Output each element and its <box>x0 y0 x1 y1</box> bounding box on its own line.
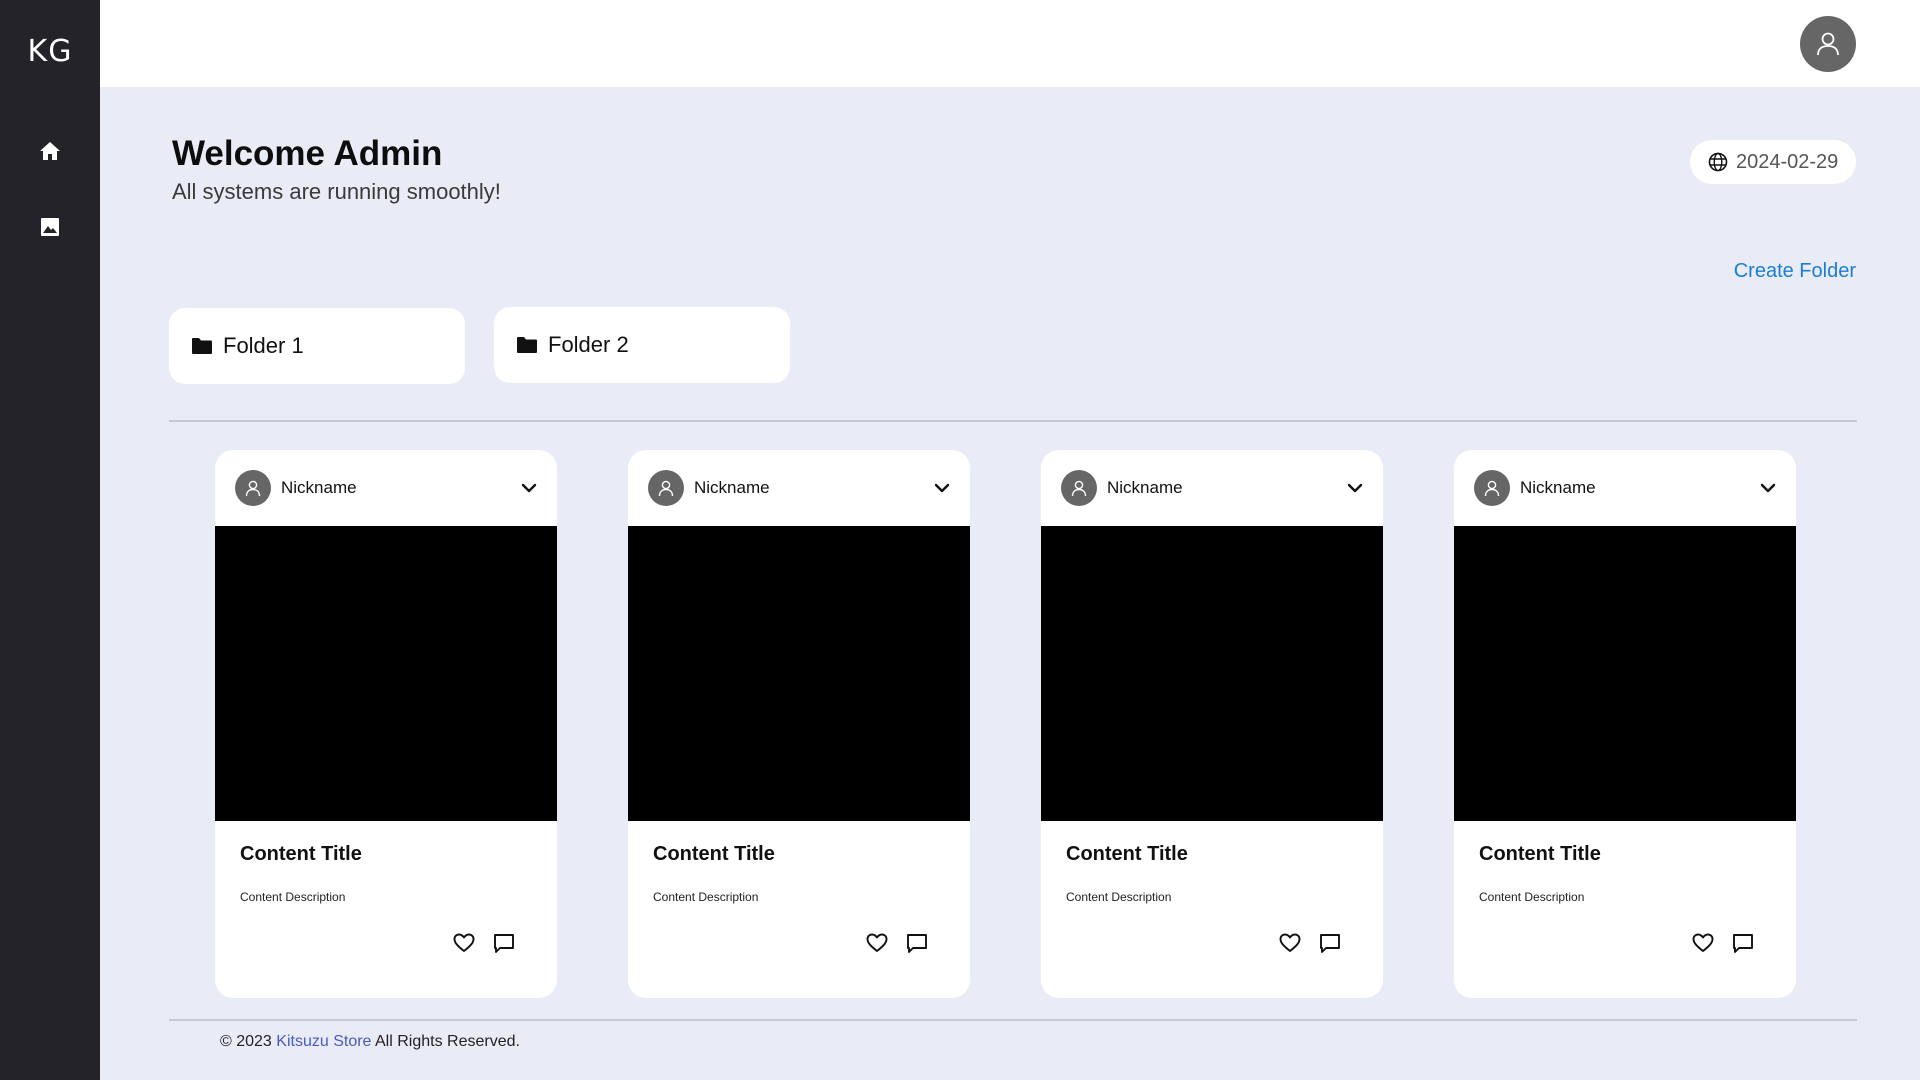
comment-button[interactable] <box>1730 930 1756 956</box>
card-header: Nickname <box>1041 450 1383 526</box>
like-button[interactable] <box>1690 930 1716 956</box>
comment-icon <box>494 933 514 953</box>
footer-rights: All Rights Reserved. <box>375 1033 520 1050</box>
card-actions <box>451 930 517 956</box>
chevron-down-icon <box>934 483 950 493</box>
card-image[interactable] <box>628 526 970 821</box>
card-title: Content Title <box>240 843 362 865</box>
card-actions <box>864 930 930 956</box>
footer: © 2023 Kitsuzu Store All Rights Reserved… <box>220 1033 520 1051</box>
create-folder-link[interactable]: Create Folder <box>1734 260 1856 283</box>
card-actions <box>1690 930 1756 956</box>
avatar <box>1061 470 1097 506</box>
globe-icon <box>1708 152 1728 172</box>
folder-icon <box>192 338 212 354</box>
card-title: Content Title <box>1066 843 1188 865</box>
card-nickname: Nickname <box>694 478 770 497</box>
comment-button[interactable] <box>491 930 517 956</box>
user-icon <box>1484 480 1500 497</box>
date-badge: 2024-02-29 <box>1690 140 1856 184</box>
folder-item-2[interactable]: Folder 2 <box>494 307 790 383</box>
footer-copyright: © 2023 <box>220 1033 272 1050</box>
footer-store-link[interactable]: Kitsuzu Store <box>276 1033 371 1050</box>
avatar <box>1474 470 1510 506</box>
chevron-down-icon <box>521 483 537 493</box>
card-image[interactable] <box>1041 526 1383 821</box>
chevron-down-icon <box>1347 483 1363 493</box>
image-icon <box>41 218 59 236</box>
page-subtitle: All systems are running smoothly! <box>172 179 501 204</box>
user-icon <box>1817 32 1839 56</box>
card-description: Content Description <box>1479 890 1585 904</box>
user-icon <box>1071 480 1087 497</box>
card-description: Content Description <box>653 890 759 904</box>
page-title: Welcome Admin <box>172 134 443 173</box>
card-title: Content Title <box>653 843 775 865</box>
card-menu-button[interactable] <box>930 476 954 500</box>
comment-button[interactable] <box>904 930 930 956</box>
comment-icon <box>907 933 927 953</box>
card-menu-button[interactable] <box>1756 476 1780 500</box>
comment-button[interactable] <box>1317 930 1343 956</box>
like-button[interactable] <box>864 930 890 956</box>
card-image[interactable] <box>1454 526 1796 821</box>
divider <box>169 420 1857 422</box>
sidebar: KG <box>0 0 100 1080</box>
content-card[interactable]: Nickname Content Title Content Descripti… <box>1454 450 1796 998</box>
like-button[interactable] <box>1277 930 1303 956</box>
avatar <box>648 470 684 506</box>
heart-icon <box>1279 933 1301 952</box>
content-card[interactable]: Nickname Content Title Content Descripti… <box>1041 450 1383 998</box>
heart-icon <box>453 933 475 952</box>
heart-icon <box>1692 933 1714 952</box>
card-header: Nickname <box>215 450 557 526</box>
logo: KG <box>27 34 73 69</box>
comment-icon <box>1733 933 1753 953</box>
heart-icon <box>866 933 888 952</box>
like-button[interactable] <box>451 930 477 956</box>
content-card[interactable]: Nickname Content Title Content Descripti… <box>628 450 970 998</box>
card-menu-button[interactable] <box>517 476 541 500</box>
date-text: 2024-02-29 <box>1736 150 1839 173</box>
card-header: Nickname <box>1454 450 1796 526</box>
top-bar <box>100 0 1920 87</box>
card-menu-button[interactable] <box>1343 476 1367 500</box>
card-header: Nickname <box>628 450 970 526</box>
user-icon <box>658 480 674 497</box>
card-description: Content Description <box>240 890 346 904</box>
user-icon <box>245 480 261 497</box>
avatar <box>235 470 271 506</box>
card-image[interactable] <box>215 526 557 821</box>
folder-label: Folder 1 <box>223 333 304 358</box>
sidebar-item-home[interactable] <box>30 131 70 171</box>
divider <box>169 1019 1857 1021</box>
content-card[interactable]: Nickname Content Title Content Descripti… <box>215 450 557 998</box>
folder-icon <box>517 337 537 353</box>
folder-item-1[interactable]: Folder 1 <box>169 308 465 384</box>
home-icon <box>40 142 60 160</box>
card-nickname: Nickname <box>1520 478 1596 497</box>
card-description: Content Description <box>1066 890 1172 904</box>
card-actions <box>1277 930 1343 956</box>
card-title: Content Title <box>1479 843 1601 865</box>
card-nickname: Nickname <box>1107 478 1183 497</box>
comment-icon <box>1320 933 1340 953</box>
folder-label: Folder 2 <box>548 332 629 357</box>
user-avatar-button[interactable] <box>1800 16 1856 72</box>
chevron-down-icon <box>1760 483 1776 493</box>
card-nickname: Nickname <box>281 478 357 497</box>
sidebar-item-gallery[interactable] <box>30 207 70 247</box>
